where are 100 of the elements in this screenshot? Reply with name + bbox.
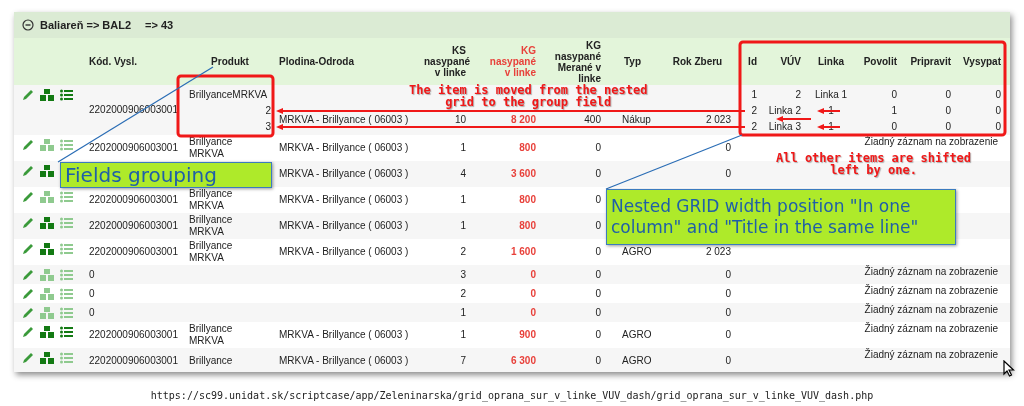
edit-icon[interactable] <box>22 217 34 229</box>
measured-weight-cell-text: 0 <box>594 328 602 342</box>
no-records-text: Žiadný záznam na zobrazenie <box>863 348 999 362</box>
edit-icon[interactable] <box>22 165 34 177</box>
edit-icon[interactable] <box>22 307 34 319</box>
weight-cell-text: 0 <box>529 305 537 320</box>
column-header: Produkt <box>210 56 250 67</box>
crop-variety-cell-text: MRKVA - Brillyance ( 06003 ) <box>278 141 410 155</box>
no-records-text: Žiadný záznam na zobrazenie <box>863 265 999 279</box>
weight-cell-text: 0 <box>529 267 537 282</box>
measured-weight-cell-text: 0 <box>594 286 602 301</box>
column-header: Plodina-Odroda <box>278 56 355 67</box>
boxes-icon[interactable] <box>40 352 54 364</box>
measured-weight-cell-text: 0 <box>594 193 602 207</box>
measured-weight-cell-text: 0 <box>594 305 602 320</box>
edit-icon[interactable] <box>22 191 34 203</box>
boxes-icon[interactable] <box>40 243 54 255</box>
boxes-icon[interactable] <box>40 165 54 177</box>
boxes-icon[interactable] <box>40 217 54 229</box>
crop-variety-cell-text: MRKVA - Brillyance ( 06003 ) <box>278 193 410 207</box>
nested-cell-text: 2 <box>750 120 758 134</box>
no-records-text: Žiadný záznam na zobrazenie <box>863 284 999 298</box>
boxes-icon[interactable] <box>40 89 54 101</box>
quantity-cell-text: 7 <box>459 354 467 368</box>
quantity-cell-text: 2 <box>459 245 467 259</box>
product-cell-text: Brillyance <box>188 354 234 368</box>
nested-cell-text: Linka 3 <box>767 120 802 134</box>
edit-icon[interactable] <box>22 288 34 300</box>
type-cell-text: AGRO <box>621 245 653 259</box>
measured-weight-cell-text: 400 <box>583 113 602 127</box>
nested-cell-text: 0 <box>890 120 898 134</box>
year-cell-text: 0 <box>724 328 732 342</box>
column-header: VÚV <box>779 54 802 69</box>
list-icon[interactable] <box>60 326 73 338</box>
year-cell-text: 0 <box>724 141 732 155</box>
measured-weight-cell-text: 0 <box>594 267 602 282</box>
callout-text: Fields grouping <box>60 162 272 188</box>
edit-icon[interactable] <box>22 352 34 364</box>
product-cell-text: Brillyance MRKVA <box>188 322 234 348</box>
nested-cell-text: 2 <box>750 104 758 118</box>
edit-icon[interactable] <box>22 139 34 151</box>
code-cell-text: 2202000906003001 <box>88 193 179 207</box>
weight-cell-text: 6 300 <box>509 354 537 368</box>
year-cell-text: 0 <box>724 305 732 320</box>
column-header: Linka <box>816 55 846 69</box>
year-cell-text: 2 023 <box>704 245 732 259</box>
crop-variety-cell-text: MRKVA - Brillyance ( 06003 ) <box>278 354 410 368</box>
list-icon[interactable] <box>60 89 73 101</box>
arrow <box>817 124 841 130</box>
nested-cell-text: 1 <box>750 88 758 102</box>
no-records-text: Žiadný záznam na zobrazenie <box>863 303 999 317</box>
weight-cell-text: 800 <box>518 219 537 233</box>
nested-cell-text: 2 <box>794 88 802 102</box>
column-header: Povolit <box>862 55 898 69</box>
column-header: KG nasypané Merané v linke <box>553 39 602 84</box>
weight-cell-text: 900 <box>518 328 537 342</box>
crop-variety-cell-text: MRKVA - Brillyance ( 06003 ) <box>278 245 410 259</box>
product-cell-text: Brillyance MRKVA <box>188 213 234 239</box>
code-cell-text: 0 <box>88 286 96 301</box>
product-cell-text: BrillyanceMRKVA <box>189 88 269 102</box>
edit-icon[interactable] <box>22 89 34 101</box>
column-header: Kód. Vysl. <box>88 56 138 67</box>
weight-cell-text: 800 <box>518 141 537 155</box>
measured-weight-cell-text: 0 <box>594 141 602 155</box>
code-cell-text: 0 <box>88 305 96 320</box>
weight-cell-text: 800 <box>518 193 537 207</box>
nested-cell-text: 1 <box>890 104 898 118</box>
nested-cell-text: 0 <box>994 120 1002 134</box>
nested-cell-text: 0 <box>994 88 1002 102</box>
weight-cell-text: 8 200 <box>509 113 537 127</box>
type-cell-text: Nákup <box>621 113 652 127</box>
quantity-cell-text: 1 <box>459 328 467 342</box>
nested-cell-text: Linka 2 <box>767 104 802 118</box>
callout-text: Nested GRID width position "In one column" and "Title in the same line" <box>606 189 956 245</box>
boxes-icon[interactable] <box>40 326 54 338</box>
type-cell-text: AGRO <box>621 328 653 342</box>
type-cell-text: AGRO <box>621 354 653 368</box>
column-header: Rok Zberu <box>671 56 724 67</box>
column-header: Vysypat <box>962 55 1002 69</box>
arrow <box>817 108 841 114</box>
page-url: https://sc99.unidat.sk/scriptcase/app/Zeleninarska/grid_oprana_sur_v_linke_VUV_dash/grid_oprana_sur_v_linke_VUV_dash.php <box>149 389 875 403</box>
grouped-value: 3 <box>264 120 271 134</box>
quantity-cell-text: 10 <box>453 113 467 127</box>
crop-variety-cell-text: MRKVA - Brillyance ( 06003 ) <box>278 219 410 233</box>
arrow <box>776 116 812 122</box>
column-header: KG nasypané v linke <box>488 45 537 78</box>
edit-icon[interactable] <box>22 269 34 281</box>
column-header: Id <box>747 55 758 69</box>
edit-icon[interactable] <box>22 243 34 255</box>
code-cell-text: 2202000906003001 <box>88 141 179 155</box>
weight-cell-text: 0 <box>529 286 537 301</box>
grouped-value: 2 <box>264 104 271 118</box>
collapse-icon[interactable] <box>22 19 34 31</box>
code-cell-text: 2202000906003001 <box>88 354 179 368</box>
edit-icon[interactable] <box>22 326 34 338</box>
no-records-text: Žiadný záznam na zobrazenie <box>863 322 999 336</box>
quantity-cell-text: 1 <box>459 141 467 155</box>
annotation-text: All other items are shifted left by one. <box>776 152 972 176</box>
year-cell-text: 2 023 <box>704 113 732 127</box>
measured-weight-cell-text: 0 <box>594 354 602 368</box>
